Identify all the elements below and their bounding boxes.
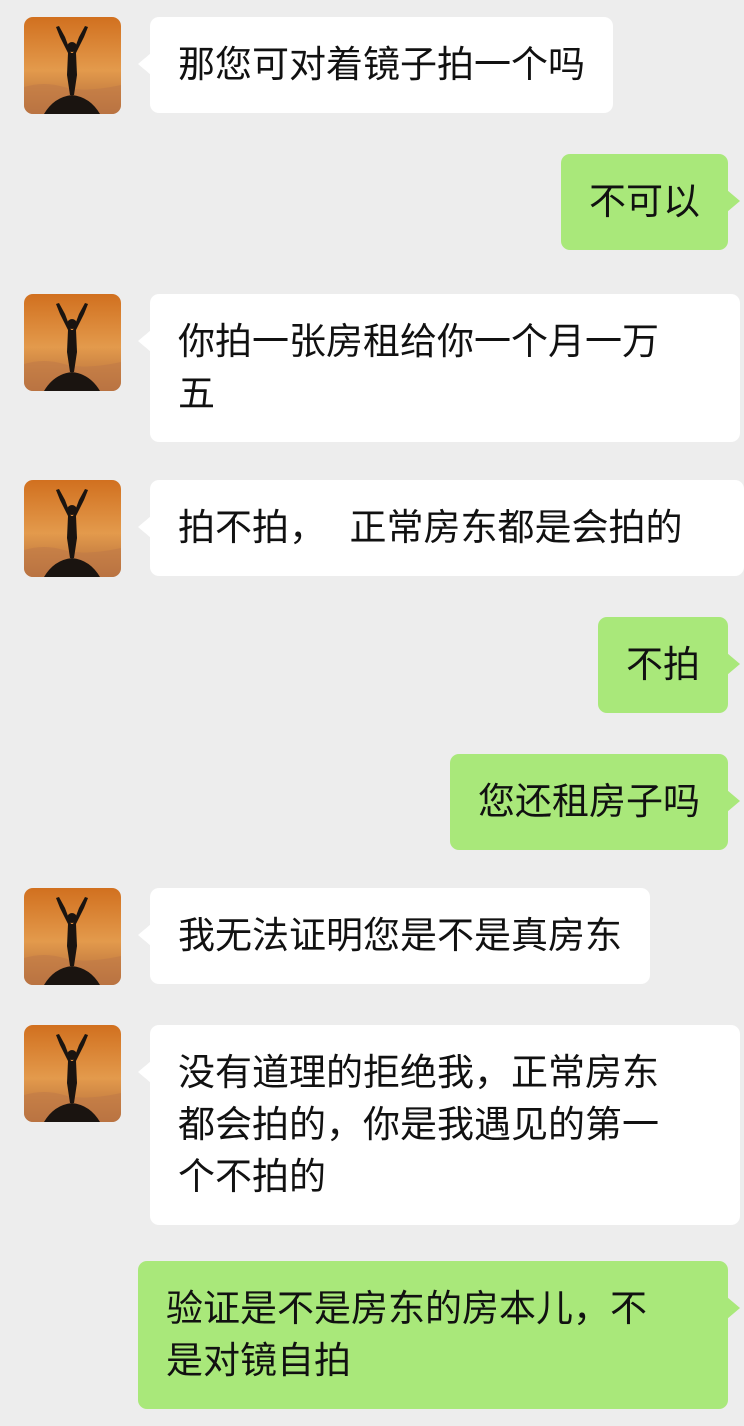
person-arms-raised-sunset-icon bbox=[24, 1025, 121, 1122]
message-bubble-outgoing[interactable]: 不可以 bbox=[561, 154, 740, 250]
message-bubble-outgoing[interactable]: 验证是不是房东的房本儿，不 是对镜自拍 bbox=[138, 1261, 740, 1409]
contact-avatar[interactable] bbox=[24, 480, 121, 577]
message-bubble-outgoing[interactable]: 不拍 bbox=[598, 617, 740, 713]
contact-avatar[interactable] bbox=[24, 17, 121, 114]
message-bubble-incoming[interactable]: 那您可对着镜子拍一个吗 bbox=[138, 17, 613, 113]
message-bubble-outgoing[interactable]: 您还租房子吗 bbox=[450, 754, 740, 850]
person-arms-raised-sunset-icon bbox=[24, 294, 121, 391]
person-arms-raised-sunset-icon bbox=[24, 480, 121, 577]
message-bubble-incoming[interactable]: 我无法证明您是不是真房东 bbox=[138, 888, 650, 984]
person-arms-raised-sunset-icon bbox=[24, 17, 121, 114]
message-bubble-incoming[interactable]: 拍不拍， 正常房东都是会拍的 bbox=[138, 480, 744, 576]
message-bubble-incoming[interactable]: 你拍一张房租给你一个月一万 五 bbox=[138, 294, 740, 442]
contact-avatar[interactable] bbox=[24, 294, 121, 391]
person-arms-raised-sunset-icon bbox=[24, 888, 121, 985]
message-bubble-incoming[interactable]: 没有道理的拒绝我，正常房东 都会拍的，你是我遇见的第一 个不拍的 bbox=[138, 1025, 740, 1225]
contact-avatar[interactable] bbox=[24, 1025, 121, 1122]
contact-avatar[interactable] bbox=[24, 888, 121, 985]
